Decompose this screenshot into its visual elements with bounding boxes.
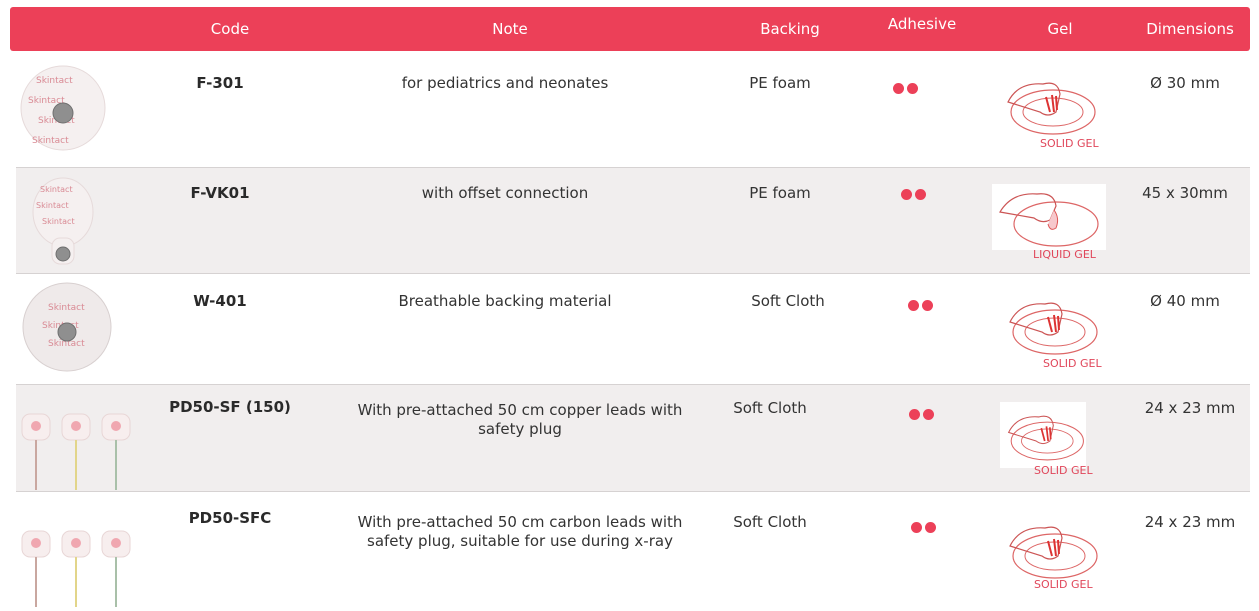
cloth-electrode-icon: SkintactSkintactSkintact — [20, 280, 114, 378]
adhesive-rating — [909, 405, 937, 424]
svg-text:Skintact: Skintact — [42, 217, 75, 226]
backing-cell: Soft Cloth — [751, 292, 825, 310]
backing-cell: PE foam — [749, 74, 811, 92]
svg-text:Skintact: Skintact — [48, 303, 85, 313]
gel-label: SOLID GEL — [1034, 464, 1093, 477]
backing-cell: PE foam — [749, 184, 811, 202]
adhesive-rating — [893, 79, 921, 98]
dimensions-cell: Ø 30 mm — [1150, 74, 1220, 92]
note-line: safety plug, suitable for use during x-r… — [367, 532, 673, 550]
svg-text:Skintact: Skintact — [36, 201, 69, 210]
lead-electrodes-icon — [18, 527, 138, 611]
note-cell: with offset connection — [421, 184, 589, 202]
note-cell: With pre-attached 50 cm carbon leads wit… — [340, 513, 700, 551]
table-header: Code Note Backing Adhesive Gel Dimension… — [10, 7, 1250, 51]
header-code: Code — [210, 20, 250, 38]
lead-electrodes-icon — [18, 410, 138, 494]
note-line: With pre-attached 50 cm carbon leads wit… — [357, 513, 683, 531]
solid-gel-icon — [998, 72, 1098, 138]
gel-label: SOLID GEL — [1040, 137, 1099, 150]
round-electrode-icon: SkintactSkintact SkintactSkintact — [18, 58, 108, 162]
header-gel: Gel — [1047, 20, 1073, 38]
dimensions-cell: 45 x 30mm — [1142, 184, 1228, 202]
solid-gel-icon — [1000, 516, 1100, 582]
note-cell: Breathable backing material — [398, 292, 612, 310]
gel-label: LIQUID GEL — [1033, 248, 1096, 261]
dimensions-cell: 24 x 23 mm — [1144, 513, 1236, 531]
header-note: Note — [492, 20, 528, 38]
adhesive-rating — [911, 518, 939, 537]
svg-text:Skintact: Skintact — [36, 76, 73, 86]
code-cell: PD50-SFC — [188, 509, 272, 527]
note-line: safety plug — [478, 420, 562, 438]
adhesive-rating — [908, 296, 936, 315]
dimensions-cell: 24 x 23 mm — [1144, 399, 1236, 417]
gel-label: SOLID GEL — [1043, 357, 1102, 370]
backing-cell: Soft Cloth — [733, 513, 807, 531]
gel-label: SOLID GEL — [1034, 578, 1093, 591]
code-cell: PD50-SF (150) — [169, 398, 291, 416]
header-adhesive: Adhesive — [887, 15, 957, 33]
solid-gel-icon — [1000, 292, 1100, 358]
code-cell: F-301 — [196, 74, 244, 92]
backing-cell: Soft Cloth — [733, 399, 807, 417]
code-cell: F-VK01 — [190, 184, 250, 202]
svg-text:Skintact: Skintact — [40, 185, 73, 194]
liquid-gel-icon — [992, 184, 1106, 250]
code-cell: W-401 — [193, 292, 247, 310]
header-backing: Backing — [760, 20, 820, 38]
header-dimensions: Dimensions — [1146, 20, 1234, 38]
note-cell: for pediatrics and neonates — [401, 74, 609, 92]
dimensions-cell: Ø 40 mm — [1150, 292, 1220, 310]
solid-gel-icon — [1000, 402, 1086, 468]
svg-text:Skintact: Skintact — [32, 136, 69, 146]
adhesive-rating — [901, 185, 929, 204]
note-cell: With pre-attached 50 cm copper leads wit… — [340, 401, 700, 439]
note-line: With pre-attached 50 cm copper leads wit… — [357, 401, 683, 419]
offset-electrode-icon: Skintact Skintact Skintact — [28, 172, 98, 274]
